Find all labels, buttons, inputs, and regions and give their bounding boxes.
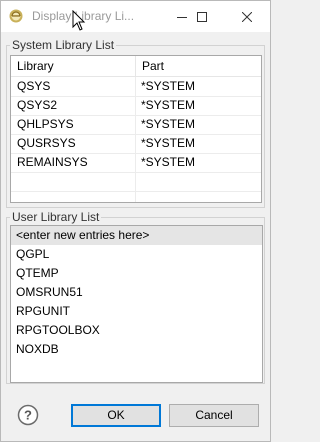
close-button[interactable] xyxy=(230,1,264,32)
part-cell: *SYSTEM xyxy=(141,117,196,131)
column-header-library[interactable]: Library xyxy=(11,56,135,77)
mouse-pointer-icon xyxy=(72,10,86,31)
maximize-icon xyxy=(197,11,207,22)
svg-text:?: ? xyxy=(24,408,32,423)
list-item[interactable]: QGPL xyxy=(11,245,262,264)
table-row[interactable]: QSYS *SYSTEM xyxy=(11,77,261,96)
library-cell: QSYS xyxy=(17,79,51,93)
maximize-button[interactable] xyxy=(185,1,219,32)
dialog-window: Display Library Li... System Library Lis… xyxy=(0,0,271,442)
list-item[interactable]: RPGUNIT xyxy=(11,302,262,321)
title-bar[interactable]: Display Library Li... xyxy=(1,1,270,32)
library-cell: QSYS2 xyxy=(17,98,58,112)
close-icon xyxy=(242,11,252,22)
cancel-button[interactable]: Cancel xyxy=(169,404,259,427)
user-library-group: User Library List <enter new entries her… xyxy=(6,210,265,384)
system-library-table[interactable]: Library Part QSYS *SYSTEM QSYS2 *SYSTEM … xyxy=(10,55,262,203)
system-library-group: System Library List Library Part QSYS *S… xyxy=(6,38,265,208)
eclipse-icon xyxy=(9,9,23,23)
library-cell: REMAINSYS xyxy=(17,155,88,169)
table-row[interactable]: REMAINSYS *SYSTEM xyxy=(11,153,261,172)
library-cell: QHLPSYS xyxy=(17,117,74,131)
list-item[interactable]: QTEMP xyxy=(11,264,262,283)
ok-button[interactable]: OK xyxy=(71,404,161,427)
library-cell: QUSRSYS xyxy=(17,136,76,150)
system-library-label: System Library List xyxy=(10,38,117,52)
part-cell: *SYSTEM xyxy=(141,136,196,150)
table-row[interactable]: QSYS2 *SYSTEM xyxy=(11,96,261,115)
table-row[interactable]: QHLPSYS *SYSTEM xyxy=(11,115,261,134)
part-cell: *SYSTEM xyxy=(141,155,196,169)
user-library-list[interactable]: <enter new entries here> QGPL QTEMP OMSR… xyxy=(10,225,263,383)
part-cell: *SYSTEM xyxy=(141,98,196,112)
list-item[interactable]: NOXDB xyxy=(11,340,262,359)
table-row[interactable]: QUSRSYS *SYSTEM xyxy=(11,134,261,153)
help-icon[interactable]: ? xyxy=(17,404,39,426)
new-entry-row[interactable]: <enter new entries here> xyxy=(11,226,262,245)
user-library-label: User Library List xyxy=(10,210,102,224)
list-item[interactable]: OMSRUN51 xyxy=(11,283,262,302)
list-item[interactable]: RPGTOOLBOX xyxy=(11,321,262,340)
part-cell: *SYSTEM xyxy=(141,79,196,93)
column-header-part[interactable]: Part xyxy=(135,56,261,77)
